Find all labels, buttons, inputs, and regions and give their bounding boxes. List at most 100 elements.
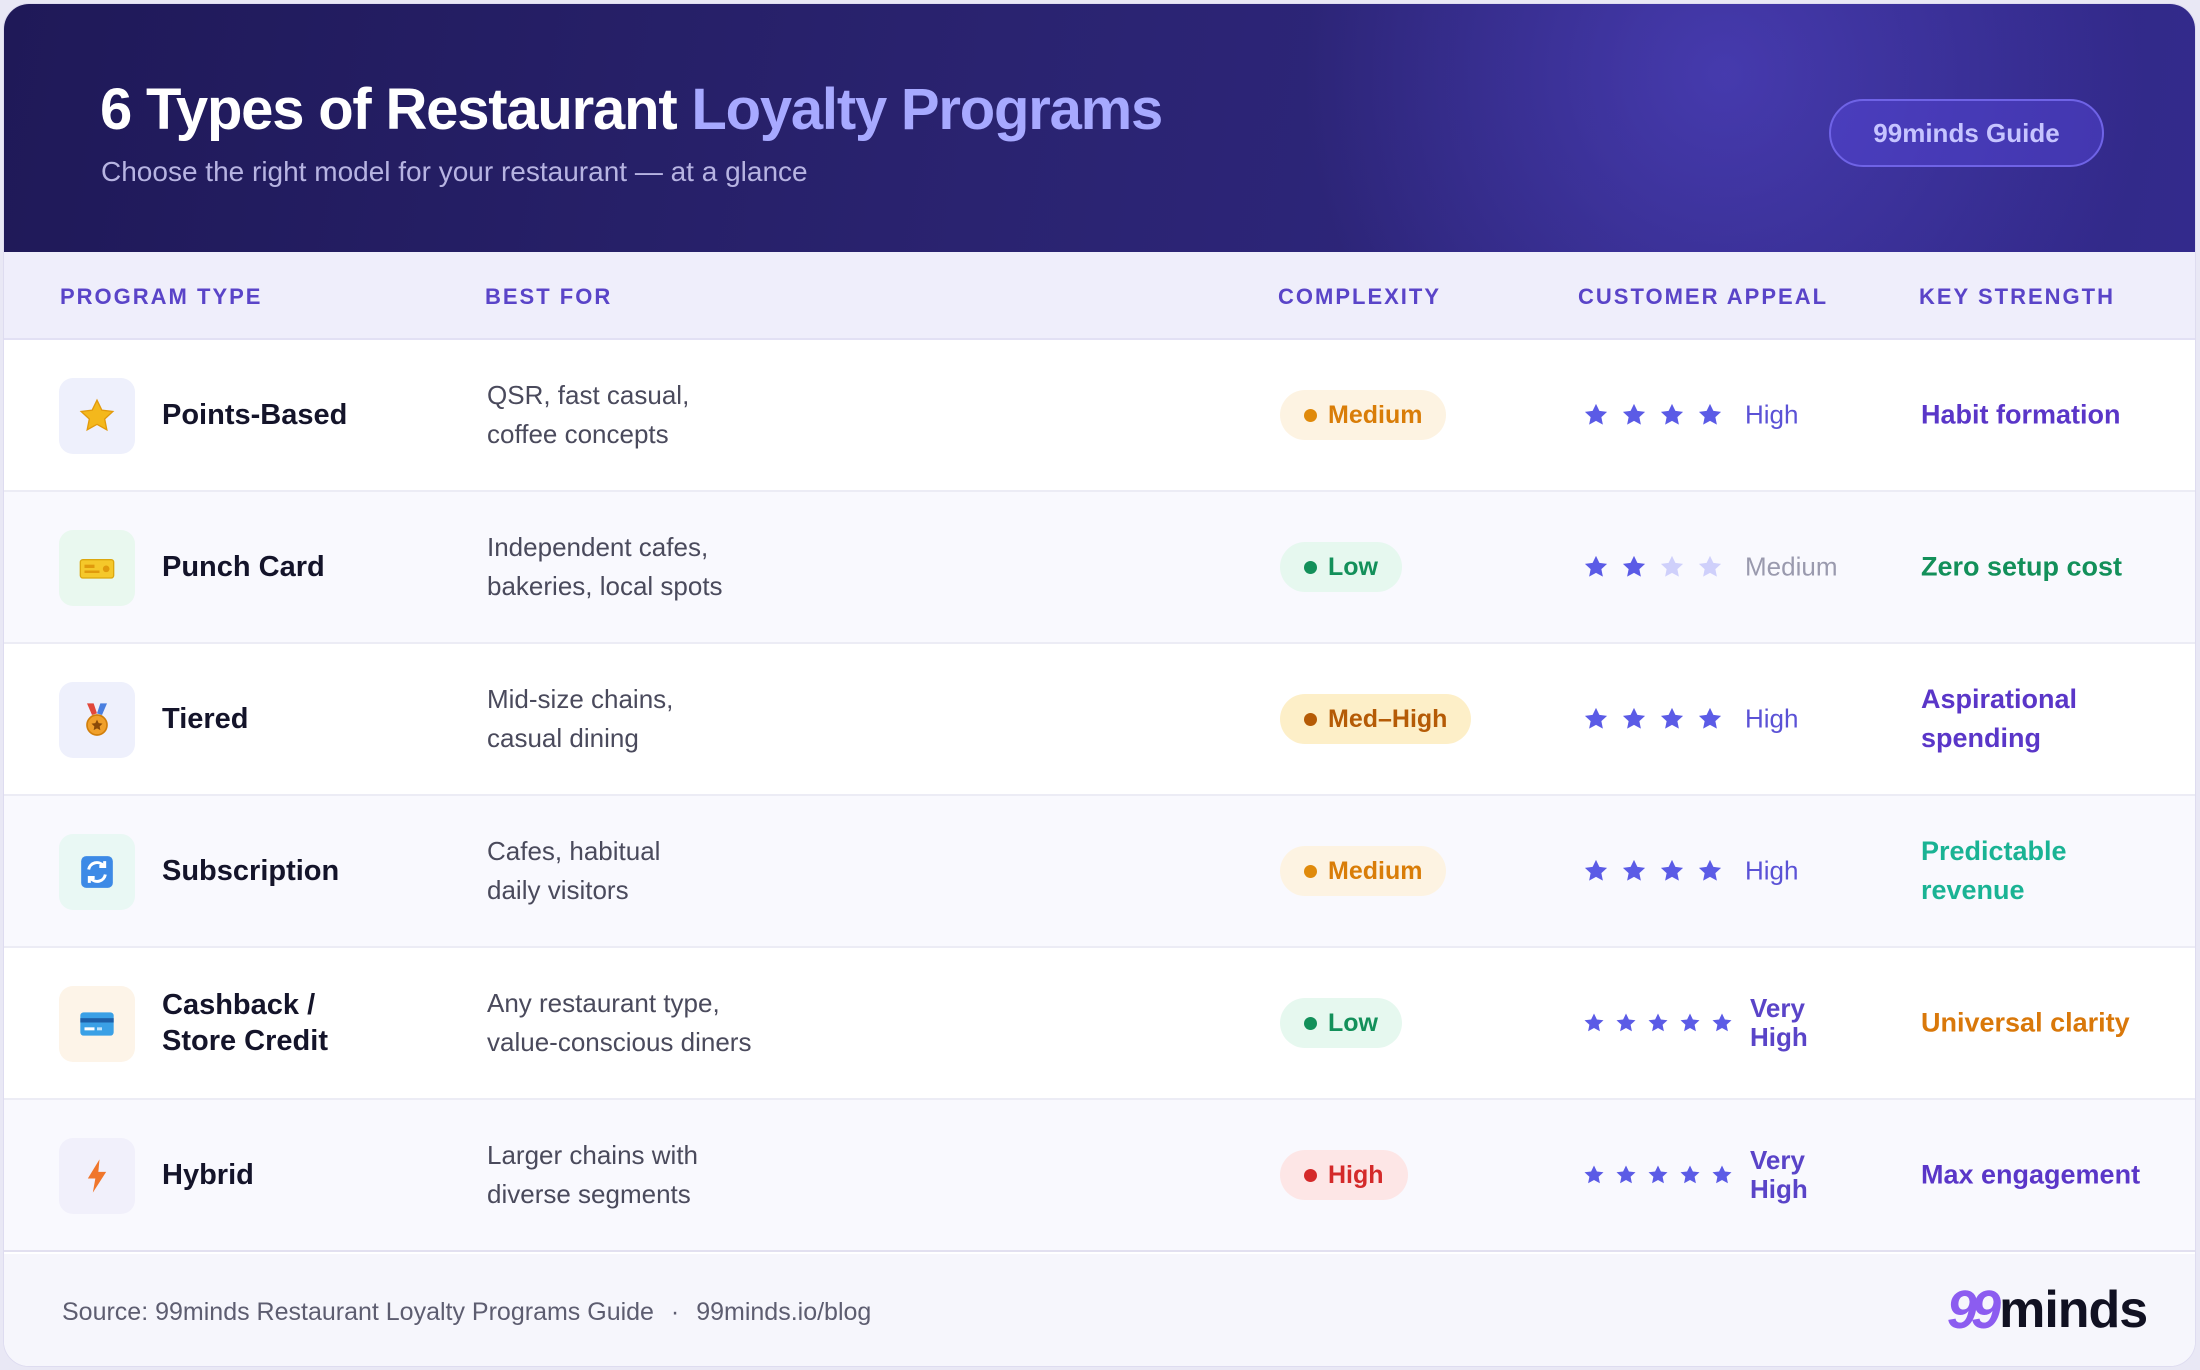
star-empty-icon [1660, 555, 1684, 577]
best-for-line: diverse segments [487, 1179, 691, 1209]
complexity-badge: Med–High [1280, 694, 1472, 744]
star-filled-icon [1622, 859, 1646, 881]
key-strength-line: Predictable [1921, 836, 2067, 866]
star-filled-icon [1648, 1165, 1668, 1184]
best-for-line: daily visitors [487, 875, 629, 905]
appeal-label-line: Very [1750, 993, 1805, 1023]
complexity-badge: High [1280, 1150, 1408, 1200]
appeal-stars [1582, 1163, 1742, 1187]
star-filled-icon [1622, 555, 1646, 577]
credit-card-icon [59, 986, 135, 1062]
star-icon [59, 378, 135, 454]
page-title: 6 Types of Restaurant Loyalty Programs [100, 76, 1163, 143]
table-row: Points-Based QSR, fast casual, coffee co… [4, 340, 2195, 492]
star-filled-icon [1584, 1165, 1604, 1184]
star-filled-icon [1622, 707, 1646, 729]
title-main: 6 Types of Restaurant [100, 77, 678, 142]
star-filled-icon [1680, 1165, 1700, 1184]
program-name-line: Store Credit [162, 1025, 328, 1057]
key-strength-line: Zero setup cost [1921, 551, 2123, 582]
complexity-badge: Low [1280, 542, 1402, 592]
program-name: Tiered [162, 703, 249, 735]
star-filled-icon [1660, 403, 1684, 425]
logo-word: minds [1999, 1281, 2148, 1339]
complexity-label: Low [1328, 1008, 1378, 1037]
star-filled-icon [1648, 1013, 1668, 1032]
table-row: Subscription Cafes, habitual daily visit… [4, 796, 2195, 948]
table-row: Cashback / Store Credit Any restaurant t… [4, 948, 2195, 1100]
complexity-badge: Medium [1280, 390, 1447, 440]
column-header-program-type: PROGRAM TYPE [60, 284, 263, 309]
appeal-label: Very High [1750, 1146, 1840, 1204]
appeal-stars [1582, 705, 1734, 733]
table-row: Punch Card Independent cafes, bakeries, … [4, 492, 2195, 644]
appeal-label-line: Very [1750, 1145, 1805, 1175]
column-header-best-for: BEST FOR [485, 284, 613, 309]
star-filled-icon [1660, 859, 1684, 881]
key-strength: Zero setup cost [1921, 548, 2191, 587]
table-header: PROGRAM TYPE BEST FOR COMPLEXITY CUSTOME… [4, 252, 2195, 340]
refresh-icon [59, 834, 135, 910]
program-name: Subscription [162, 855, 340, 887]
best-for-line: Cafes, habitual [487, 836, 661, 866]
program-name-line: Cashback / [162, 989, 316, 1021]
best-for-line: Any restaurant type, [487, 988, 720, 1018]
appeal-label-line: High [1750, 1022, 1808, 1052]
best-for-line: Larger chains with [487, 1140, 698, 1170]
complexity-label: Low [1328, 552, 1378, 581]
guide-badge: 99minds Guide [1829, 99, 2104, 167]
key-strength-line: Aspirational [1921, 684, 2078, 714]
column-header-customer-appeal: CUSTOMER APPEAL [1578, 284, 1829, 309]
medal-icon [59, 682, 135, 758]
star-empty-icon [1698, 555, 1722, 577]
best-for-line: casual dining [487, 723, 639, 753]
star-filled-icon [1616, 1165, 1636, 1184]
complexity-label: Medium [1328, 856, 1423, 885]
key-strength-line: Max engagement [1921, 1159, 2141, 1190]
column-header-key-strength: KEY STRENGTH [1919, 284, 2115, 309]
key-strength-line: Habit formation [1921, 399, 2121, 430]
complexity-label: Med–High [1328, 704, 1448, 733]
key-strength-line: spending [1921, 723, 2041, 753]
star-filled-icon [1698, 403, 1722, 425]
appeal-label: Medium [1745, 551, 1838, 582]
best-for: Larger chains with diverse segments [487, 1136, 1047, 1214]
brand-logo: 99 minds [1947, 1280, 2148, 1340]
appeal-label: High [1745, 703, 1799, 734]
key-strength-line: revenue [1921, 875, 2025, 905]
appeal-stars [1582, 401, 1734, 429]
star-filled-icon [1584, 707, 1608, 729]
best-for-line: QSR, fast casual, [487, 380, 690, 410]
complexity-badge: Low [1280, 998, 1402, 1048]
star-filled-icon [1584, 859, 1608, 881]
best-for: Independent cafes, bakeries, local spots [487, 528, 1047, 606]
star-filled-icon [1584, 403, 1608, 425]
best-for-line: coffee concepts [487, 419, 669, 449]
appeal-label: Very High [1750, 994, 1840, 1052]
appeal-stars [1582, 553, 1734, 581]
logo-mark: 99 [1947, 1280, 2001, 1340]
table-row: Tiered Mid-size chains, casual dining Me… [4, 644, 2195, 796]
best-for-line: Mid-size chains, [487, 684, 674, 714]
best-for-line: bakeries, local spots [487, 571, 723, 601]
lightning-icon [59, 1138, 135, 1214]
footer: Source: 99minds Restaurant Loyalty Progr… [4, 1254, 2195, 1366]
key-strength: Universal clarity [1921, 1004, 2191, 1043]
key-strength-line: Universal clarity [1921, 1007, 2130, 1038]
appeal-stars [1582, 1011, 1742, 1035]
star-filled-icon [1680, 1013, 1700, 1032]
loyalty-programs-card: 6 Types of Restaurant Loyalty Programs C… [3, 3, 2196, 1367]
program-name: Points-Based [162, 399, 348, 431]
best-for-line: Independent cafes, [487, 532, 709, 562]
source-url[interactable]: 99minds.io/blog [696, 1298, 871, 1326]
key-strength: Aspirational spending [1921, 680, 2191, 758]
appeal-label-line: High [1750, 1174, 1808, 1204]
best-for: Cafes, habitual daily visitors [487, 832, 1047, 910]
header-banner: 6 Types of Restaurant Loyalty Programs C… [4, 4, 2195, 252]
best-for: Any restaurant type, value-conscious din… [487, 984, 1047, 1062]
source-text: Source: 99minds Restaurant Loyalty Progr… [62, 1298, 654, 1326]
key-strength: Predictable revenue [1921, 832, 2191, 910]
source-note: Source: 99minds Restaurant Loyalty Progr… [62, 1298, 871, 1327]
star-filled-icon [1712, 1013, 1732, 1032]
program-name: Cashback / Store Credit [162, 987, 328, 1059]
